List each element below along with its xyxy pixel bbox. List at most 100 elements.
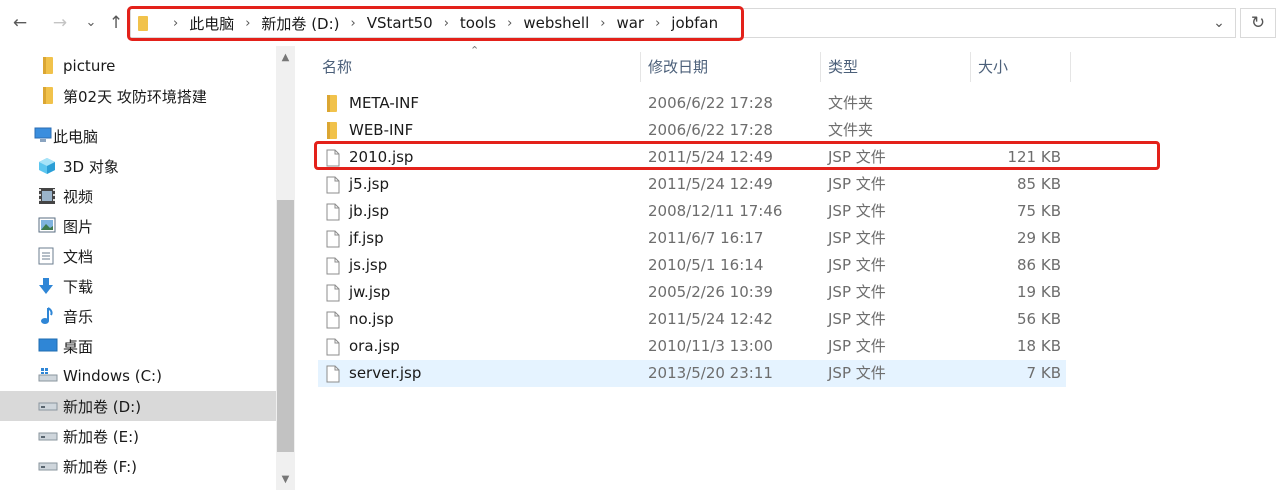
- refresh-button-icon[interactable]: ↻: [1240, 8, 1276, 38]
- file-date: 2008/12/11 17:46: [648, 202, 783, 220]
- file-name: server.jsp: [349, 364, 422, 382]
- pictures-icon: [38, 217, 56, 233]
- file-size: [958, 117, 1061, 144]
- file-row[interactable]: jf.jsp 2011/6/7 16:17 JSP 文件 29 KB: [318, 225, 1066, 252]
- annotation-highlight-row: [314, 141, 1160, 170]
- sidebar-item-label: 下载: [63, 277, 94, 296]
- sort-ascending-icon: ⌃: [470, 44, 480, 57]
- sidebar-item[interactable]: 新加卷 (F:): [0, 451, 276, 481]
- sidebar-item[interactable]: 新加卷 (D:): [0, 391, 276, 421]
- file-row[interactable]: ora.jsp 2010/11/3 13:00 JSP 文件 18 KB: [318, 333, 1066, 360]
- sidebar-item[interactable]: 音乐: [0, 301, 276, 331]
- file-date: 2006/6/22 17:28: [648, 121, 773, 139]
- file-type: JSP 文件: [828, 310, 886, 328]
- file-row[interactable]: server.jsp 2013/5/20 23:11 JSP 文件 7 KB: [318, 360, 1066, 387]
- file-row[interactable]: META-INF 2006/6/22 17:28 文件夹: [318, 90, 1066, 117]
- file-type: JSP 文件: [828, 364, 886, 382]
- sidebar-item-label: 视频: [63, 187, 94, 206]
- column-header-name[interactable]: 名称: [322, 52, 352, 82]
- address-dropdown-icon[interactable]: ⌄: [1208, 12, 1230, 34]
- file-date: 2011/6/7 16:17: [648, 229, 764, 247]
- sidebar-item[interactable]: 下载: [0, 271, 276, 301]
- computer-icon: [34, 127, 52, 143]
- folder-icon: [326, 122, 338, 143]
- sidebar-item-label: 此电脑: [53, 127, 99, 146]
- forward-button-icon[interactable]: →: [49, 12, 71, 34]
- file-type: 文件夹: [828, 121, 874, 139]
- file-type: JSP 文件: [828, 256, 886, 274]
- file-size: 75 KB: [1017, 202, 1061, 220]
- file-size: 18 KB: [1017, 337, 1061, 355]
- file-date: 2006/6/22 17:28: [648, 94, 773, 112]
- folder-icon: [42, 57, 58, 74]
- file-size: 29 KB: [1017, 229, 1061, 247]
- file-type: JSP 文件: [828, 283, 886, 301]
- file-type: 文件夹: [828, 94, 874, 112]
- sidebar-item[interactable]: 第02天 攻防环境搭建: [0, 81, 276, 111]
- file-size: 19 KB: [1017, 283, 1061, 301]
- file-row[interactable]: js.jsp 2010/5/1 16:14 JSP 文件 86 KB: [318, 252, 1066, 279]
- sidebar-item[interactable]: 视频: [0, 181, 276, 211]
- back-button-icon[interactable]: ←: [9, 12, 31, 34]
- system-drive-icon: [38, 367, 58, 383]
- file-icon: [326, 338, 340, 360]
- sidebar-item[interactable]: 3D 对象: [0, 151, 276, 181]
- address-toolbar: ← → ⌄ ↑ › 此电脑 › 新加卷 (D:) › VStart50 › tools › web…: [0, 0, 1283, 46]
- sidebar-item[interactable]: 图片: [0, 211, 276, 241]
- file-row[interactable]: WEB-INF 2006/6/22 17:28 文件夹: [318, 117, 1066, 144]
- file-date: 2005/2/26 10:39: [648, 283, 773, 301]
- file-name: j5.jsp: [349, 175, 389, 193]
- sidebar-item[interactable]: Windows (C:): [0, 361, 276, 391]
- 3d-objects-icon: [38, 157, 55, 174]
- video-icon: [38, 187, 55, 204]
- file-icon: [326, 365, 340, 387]
- file-name: jb.jsp: [349, 202, 389, 220]
- nav-scrollbar-thumb[interactable]: [277, 200, 294, 452]
- file-date: 2010/11/3 13:00: [648, 337, 773, 355]
- scroll-up-icon[interactable]: ▲: [276, 52, 295, 63]
- column-header-date[interactable]: 修改日期: [648, 52, 708, 82]
- file-icon: [326, 176, 340, 198]
- sidebar-item[interactable]: 新加卷 (E:): [0, 421, 276, 451]
- sidebar-item-label: 文档: [63, 247, 94, 266]
- sidebar-item-label: 第02天 攻防环境搭建: [63, 87, 207, 106]
- sidebar-item-label: picture: [63, 57, 116, 75]
- file-name: js.jsp: [349, 256, 388, 274]
- file-name: META-INF: [349, 94, 420, 112]
- file-row[interactable]: jw.jsp 2005/2/26 10:39 JSP 文件 19 KB: [318, 279, 1066, 306]
- file-size: [958, 90, 1061, 117]
- file-type: JSP 文件: [828, 229, 886, 247]
- file-name: jf.jsp: [349, 229, 384, 247]
- file-row[interactable]: jb.jsp 2008/12/11 17:46 JSP 文件 75 KB: [318, 198, 1066, 225]
- file-row[interactable]: j5.jsp 2011/5/24 12:49 JSP 文件 85 KB: [318, 171, 1066, 198]
- desktop-icon: [38, 337, 58, 353]
- file-type: JSP 文件: [828, 337, 886, 355]
- sidebar-item-label: 图片: [63, 217, 94, 236]
- file-name: no.jsp: [349, 310, 394, 328]
- file-icon: [326, 284, 340, 306]
- file-size: 56 KB: [1017, 310, 1061, 328]
- scroll-down-icon[interactable]: ▼: [276, 474, 295, 485]
- sidebar-item[interactable]: 此电脑: [0, 121, 276, 151]
- file-icon: [326, 257, 340, 279]
- file-date: 2011/5/24 12:49: [648, 175, 773, 193]
- file-icon: [326, 230, 340, 252]
- file-icon: [326, 203, 340, 225]
- file-date: 2011/5/24 12:42: [648, 310, 773, 328]
- sidebar-item[interactable]: 桌面: [0, 331, 276, 361]
- file-name: ora.jsp: [349, 337, 400, 355]
- music-icon: [38, 307, 54, 324]
- sidebar-item[interactable]: 文档: [0, 241, 276, 271]
- column-header-size[interactable]: 大小: [978, 52, 1008, 82]
- file-name: WEB-INF: [349, 121, 414, 139]
- drive-icon: [38, 397, 58, 413]
- download-icon: [38, 277, 54, 294]
- file-size: 86 KB: [1017, 256, 1061, 274]
- sidebar-item[interactable]: picture: [0, 51, 276, 81]
- folder-icon: [42, 87, 58, 104]
- column-header-type[interactable]: 类型: [828, 52, 858, 82]
- file-row[interactable]: no.jsp 2011/5/24 12:42 JSP 文件 56 KB: [318, 306, 1066, 333]
- recent-locations-icon[interactable]: ⌄: [80, 12, 102, 34]
- file-date: 2013/5/20 23:11: [648, 364, 773, 382]
- up-button-icon[interactable]: ↑: [105, 12, 127, 34]
